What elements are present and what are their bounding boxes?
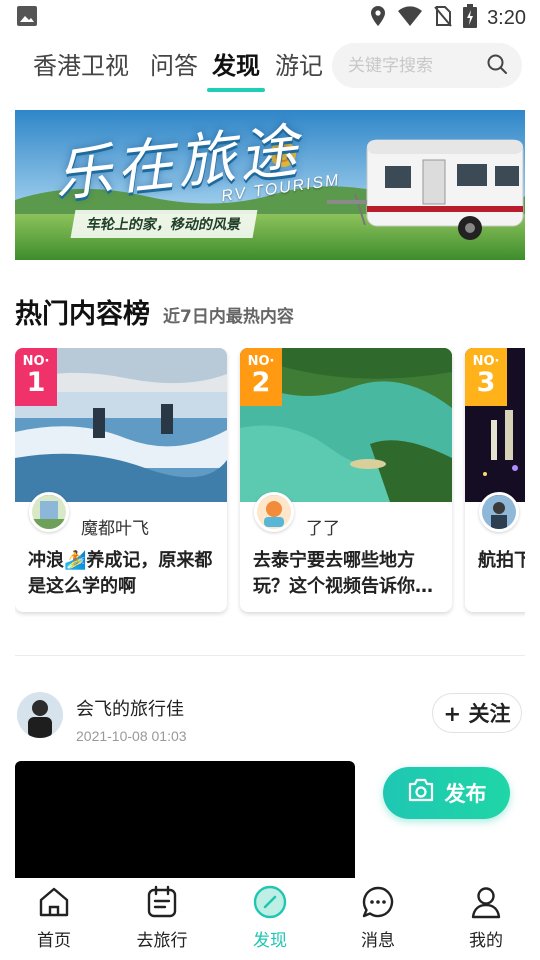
- hot-list-subtitle: 近7日内最热内容: [163, 307, 294, 327]
- hot-card[interactable]: NO· 3 航拍下: [465, 348, 525, 612]
- rank-badge: NO· 3: [465, 348, 507, 406]
- compass-icon: [252, 884, 288, 924]
- promo-banner[interactable]: 乐在旅途 RV TOURISM 车轮上的家，移动的风景: [15, 110, 525, 260]
- no-sim-icon: [433, 5, 453, 32]
- banner-slogan: 车轮上的家，移动的风景: [70, 210, 258, 238]
- publish-button[interactable]: 发布: [383, 767, 510, 819]
- section-divider: [15, 655, 525, 656]
- user-icon: [468, 884, 504, 924]
- calendar-icon: [144, 884, 180, 924]
- rank-badge: NO· 1: [15, 348, 57, 406]
- tab-hk-satellite[interactable]: 香港卫视: [33, 46, 129, 81]
- hot-list-carousel[interactable]: NO· 1 魔都叶飞 冲浪🏄养成记，原来都是这么学的啊 NO· 2 了了 去泰宁…: [15, 348, 525, 618]
- publish-label: 发布: [444, 783, 487, 806]
- post-author[interactable]: 会飞的旅行佳: [76, 695, 184, 721]
- search-icon[interactable]: [486, 53, 508, 79]
- image-icon: [16, 5, 38, 31]
- active-tab-indicator: [207, 88, 265, 92]
- top-tab-bar: 香港卫视 问答 发现 游记: [0, 40, 540, 96]
- location-icon: [369, 5, 387, 32]
- nav-label: 去旅行: [136, 931, 188, 951]
- hot-list-title: 热门内容榜: [15, 299, 150, 330]
- nav-messages[interactable]: 消息: [328, 884, 428, 951]
- nav-travel[interactable]: 去旅行: [112, 884, 212, 951]
- card-author: 了了: [306, 519, 340, 539]
- post-video[interactable]: [15, 761, 355, 891]
- card-title: 冲浪🏄养成记，原来都是这么学的啊: [28, 550, 213, 597]
- follow-button[interactable]: + 关注: [432, 693, 522, 733]
- battery-charging-icon: [463, 3, 478, 33]
- hot-card[interactable]: NO· 2 了了 去泰宁要去哪些地方玩？这个视频告诉你…: [240, 348, 452, 612]
- avatar[interactable]: [254, 492, 294, 532]
- tab-travelogue[interactable]: 游记: [275, 46, 323, 81]
- home-icon: [36, 884, 72, 924]
- nav-discover[interactable]: 发现: [220, 884, 320, 951]
- nav-profile[interactable]: 我的: [436, 884, 536, 951]
- wifi-icon: [397, 5, 423, 32]
- hot-card[interactable]: NO· 1 魔都叶飞 冲浪🏄养成记，原来都是这么学的啊: [15, 348, 227, 612]
- camera-icon: [407, 777, 435, 809]
- rank-badge: NO· 2: [240, 348, 282, 406]
- card-title: 去泰宁要去哪些地方玩？这个视频告诉你…: [253, 550, 433, 597]
- nav-label: 首页: [37, 931, 71, 951]
- search-input[interactable]: [348, 55, 478, 76]
- nav-label: 发现: [253, 931, 287, 951]
- avatar[interactable]: [17, 692, 63, 738]
- status-time: 3:20: [487, 6, 526, 29]
- post-time: 2021-10-08 01:03: [76, 728, 187, 744]
- tab-discover[interactable]: 发现: [212, 46, 260, 81]
- avatar[interactable]: [479, 492, 519, 532]
- avatar[interactable]: [29, 492, 69, 532]
- status-bar: 3:20: [0, 0, 540, 36]
- bottom-tab-bar: 首页 去旅行 发现 消息 我的: [0, 878, 540, 960]
- search-box[interactable]: [332, 43, 522, 88]
- card-title: 航拍下: [478, 550, 525, 571]
- nav-label: 消息: [361, 931, 395, 951]
- message-icon: [360, 884, 396, 924]
- nav-home[interactable]: 首页: [4, 884, 104, 951]
- tab-qa[interactable]: 问答: [150, 46, 198, 81]
- card-author: 魔都叶飞: [81, 519, 149, 539]
- nav-label: 我的: [469, 931, 503, 951]
